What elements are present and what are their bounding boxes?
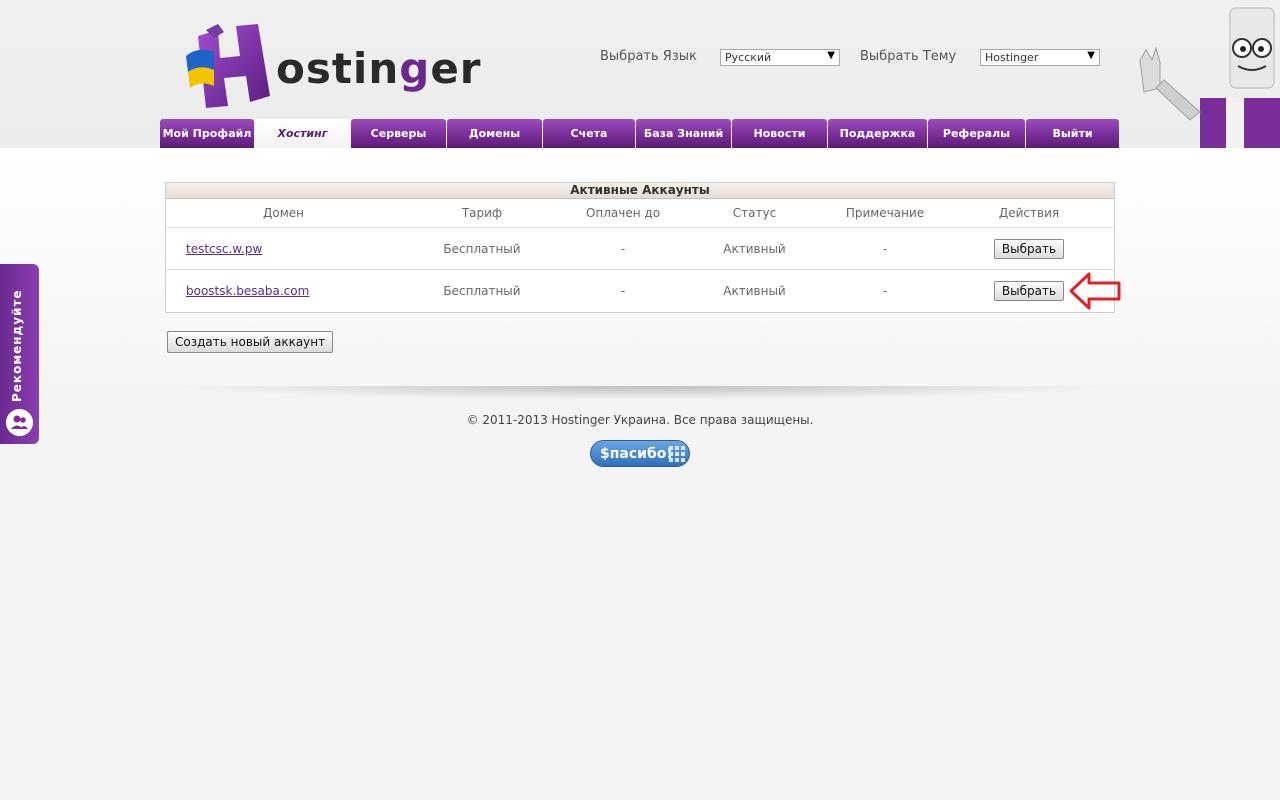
domain-link[interactable]: testcsc.w.pw (186, 242, 262, 256)
paid-until-cell: - (620, 241, 626, 256)
robot-mascot-icon (1139, 7, 1280, 148)
tab-my-profile[interactable]: Мой Профайл (160, 119, 254, 148)
thanks-button[interactable]: $пасибо! (590, 440, 690, 467)
users-icon (6, 409, 33, 436)
tab-domains[interactable]: Домены (447, 119, 542, 148)
table-header-row: Домен Тариф Оплачен до Статус Примечание… (166, 199, 1114, 228)
paid-until-cell: - (620, 284, 626, 298)
theme-label: Выбрать Тему (860, 49, 957, 64)
main-nav: Мой Профайл Хостинг Серверы Домены Счета… (160, 119, 1120, 148)
create-account-button[interactable]: Создать новый аккаунт (167, 331, 334, 353)
plan-cell: Бесплатный (443, 284, 521, 298)
dropdown-arrow-icon: ▼ (1087, 50, 1095, 61)
domain-link[interactable]: boostsk.besaba.com (186, 284, 309, 298)
tab-support[interactable]: Поддержка (828, 119, 927, 148)
note-cell: - (882, 241, 888, 256)
hostinger-logo[interactable]: ostinger (184, 22, 481, 112)
recommend-label: Рекомендуйте (10, 289, 24, 402)
theme-select[interactable]: Hostinger ▼ (980, 49, 1100, 66)
recommend-side-tab[interactable]: Рекомендуйте (0, 264, 39, 444)
column-header-status: Статус (732, 206, 777, 220)
table-title: Активные Аккаунты (166, 183, 1114, 199)
logo-h-mark-icon (186, 24, 270, 108)
status-cell: Активный (723, 284, 786, 298)
language-label: Выбрать Язык (600, 49, 697, 64)
active-accounts-table: Активные Аккаунты Домен Тариф Оплачен до… (165, 182, 1115, 313)
tab-servers[interactable]: Серверы (351, 119, 446, 148)
select-account-button[interactable]: Выбрать (993, 281, 1065, 301)
logo-text-part: ostin (276, 44, 400, 93)
domain-cell: boostsk.besaba.com (166, 284, 401, 298)
plan-cell: Бесплатный (443, 241, 521, 256)
table-row: testcsc.w.pw Бесплатный - Активный - Выб… (166, 228, 1114, 270)
select-account-button[interactable]: Выбрать (993, 238, 1065, 259)
status-cell: Активный (723, 241, 786, 256)
tab-logout[interactable]: Выйти (1026, 119, 1119, 148)
divider (165, 386, 1120, 400)
tab-invoices[interactable]: Счета (543, 119, 635, 148)
logo-text-part-end: er (430, 44, 482, 93)
note-cell: - (882, 284, 888, 298)
column-header-domain: Домен (263, 206, 304, 220)
theme-select-value: Hostinger (985, 51, 1039, 64)
logo-text-accent: g (399, 44, 431, 93)
dropdown-arrow-icon: ▼ (827, 50, 835, 61)
actions-cell: Выбрать (944, 238, 1114, 259)
language-select-value: Русский (725, 51, 772, 64)
red-arrow-pointer-icon (1069, 272, 1121, 310)
copyright-text: © 2011-2013 Hostinger Украина. Все права… (466, 413, 814, 427)
column-header-plan: Тариф (461, 206, 503, 220)
language-select[interactable]: Русский ▼ (720, 49, 840, 66)
table-row: boostsk.besaba.com Бесплатный - Активный… (166, 270, 1114, 312)
domain-cell: testcsc.w.pw (166, 242, 401, 256)
tab-news[interactable]: Новости (732, 119, 827, 148)
column-header-actions: Действия (998, 206, 1060, 220)
tab-knowledge-base[interactable]: База Знаний (636, 119, 731, 148)
thanks-label: $пасибо! (600, 445, 673, 462)
logo-wordmark: ostinger (276, 44, 482, 93)
column-header-paid-until: Оплачен до (585, 206, 661, 220)
column-header-note: Примечание (845, 206, 925, 220)
tab-hosting[interactable]: Хостинг (255, 119, 350, 148)
grid-icon (669, 446, 685, 462)
tab-referrals[interactable]: Рефералы (928, 119, 1025, 148)
